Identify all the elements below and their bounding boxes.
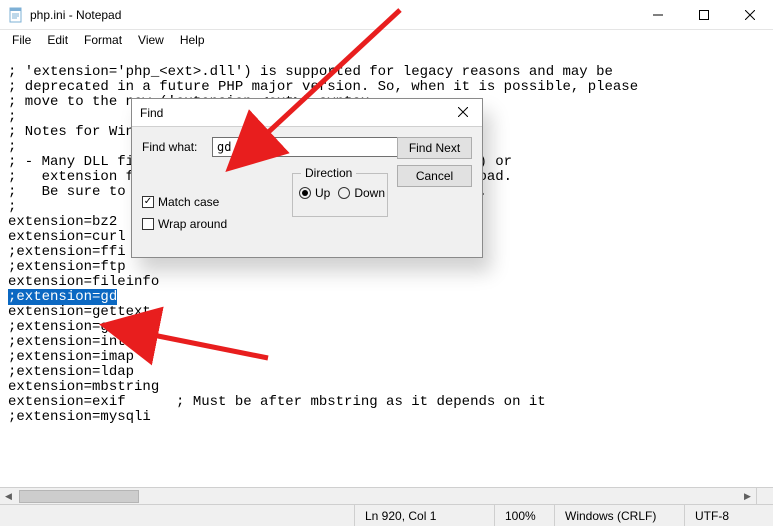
text-line[interactable]: ;extension=gmp bbox=[8, 319, 126, 335]
find-next-button[interactable]: Find Next bbox=[397, 137, 472, 159]
find-dialog: Find Find what: Find Next Cancel Directi… bbox=[131, 98, 483, 258]
text-line[interactable]: ; bbox=[8, 109, 16, 125]
wrap-around-checkbox[interactable]: Wrap around bbox=[142, 217, 227, 231]
status-zoom: 100% bbox=[495, 505, 555, 526]
close-button[interactable] bbox=[727, 0, 773, 29]
minimize-button[interactable] bbox=[635, 0, 681, 29]
text-line[interactable]: extension=curl bbox=[8, 229, 126, 245]
find-what-label: Find what: bbox=[142, 140, 204, 154]
status-encoding: UTF-8 bbox=[685, 505, 773, 526]
text-line[interactable]: ; deprecated in a future PHP major versi… bbox=[8, 79, 638, 95]
match-case-checkbox[interactable]: ✓Match case bbox=[142, 195, 227, 209]
text-line[interactable]: ;extension=intl bbox=[8, 334, 134, 350]
status-blank bbox=[0, 505, 355, 526]
text-line[interactable]: ;extension=ldap bbox=[8, 364, 134, 380]
cancel-button[interactable]: Cancel bbox=[397, 165, 472, 187]
scroll-corner bbox=[756, 487, 773, 504]
horizontal-scrollbar[interactable]: ◀ ▶ bbox=[0, 487, 756, 504]
menu-view[interactable]: View bbox=[130, 31, 172, 49]
status-eol: Windows (CRLF) bbox=[555, 505, 685, 526]
direction-up-radio[interactable]: Up bbox=[299, 186, 330, 200]
status-bar: Ln 920, Col 1 100% Windows (CRLF) UTF-8 bbox=[0, 504, 773, 526]
text-line[interactable]: ;extension=mysqli bbox=[8, 409, 151, 425]
text-line[interactable]: ;extension=imap bbox=[8, 349, 134, 365]
status-position: Ln 920, Col 1 bbox=[355, 505, 495, 526]
menu-file[interactable]: File bbox=[4, 31, 39, 49]
window-controls bbox=[635, 0, 773, 29]
direction-group: Direction Up Down bbox=[292, 173, 388, 217]
menu-edit[interactable]: Edit bbox=[39, 31, 76, 49]
notepad-icon bbox=[8, 7, 24, 23]
close-icon bbox=[458, 107, 468, 117]
find-title: Find bbox=[140, 106, 452, 120]
maximize-button[interactable] bbox=[681, 0, 727, 29]
highlighted-text[interactable]: ;extension=gd bbox=[8, 289, 117, 305]
direction-label: Direction bbox=[301, 166, 356, 180]
text-line[interactable]: ;extension=ftp bbox=[8, 259, 126, 275]
menu-help[interactable]: Help bbox=[172, 31, 213, 49]
title-bar: php.ini - Notepad bbox=[0, 0, 773, 30]
direction-down-radio[interactable]: Down bbox=[338, 186, 385, 200]
text-line[interactable]: extension=fileinfo bbox=[8, 274, 159, 290]
find-what-input[interactable] bbox=[212, 137, 402, 157]
text-line[interactable]: extension=exif ; Must be after mbstring … bbox=[8, 394, 546, 410]
menu-bar: File Edit Format View Help bbox=[0, 30, 773, 50]
text-line[interactable]: extension=mbstring bbox=[8, 379, 159, 395]
text-line[interactable]: extension=gettext bbox=[8, 304, 151, 320]
window-title: php.ini - Notepad bbox=[30, 8, 635, 22]
find-titlebar[interactable]: Find bbox=[132, 99, 482, 127]
text-line[interactable]: ; bbox=[8, 199, 16, 215]
scroll-right-icon[interactable]: ▶ bbox=[739, 488, 756, 504]
scroll-thumb[interactable] bbox=[19, 490, 139, 503]
text-line[interactable]: ; 'extension='php_<ext>.dll') is support… bbox=[8, 64, 613, 80]
text-line[interactable]: extension=bz2 bbox=[8, 214, 117, 230]
text-line[interactable]: ;extension=ffi bbox=[8, 244, 126, 260]
find-close-button[interactable] bbox=[452, 104, 474, 122]
menu-format[interactable]: Format bbox=[76, 31, 130, 49]
text-line[interactable]: ; bbox=[8, 139, 16, 155]
scroll-left-icon[interactable]: ◀ bbox=[0, 488, 17, 504]
